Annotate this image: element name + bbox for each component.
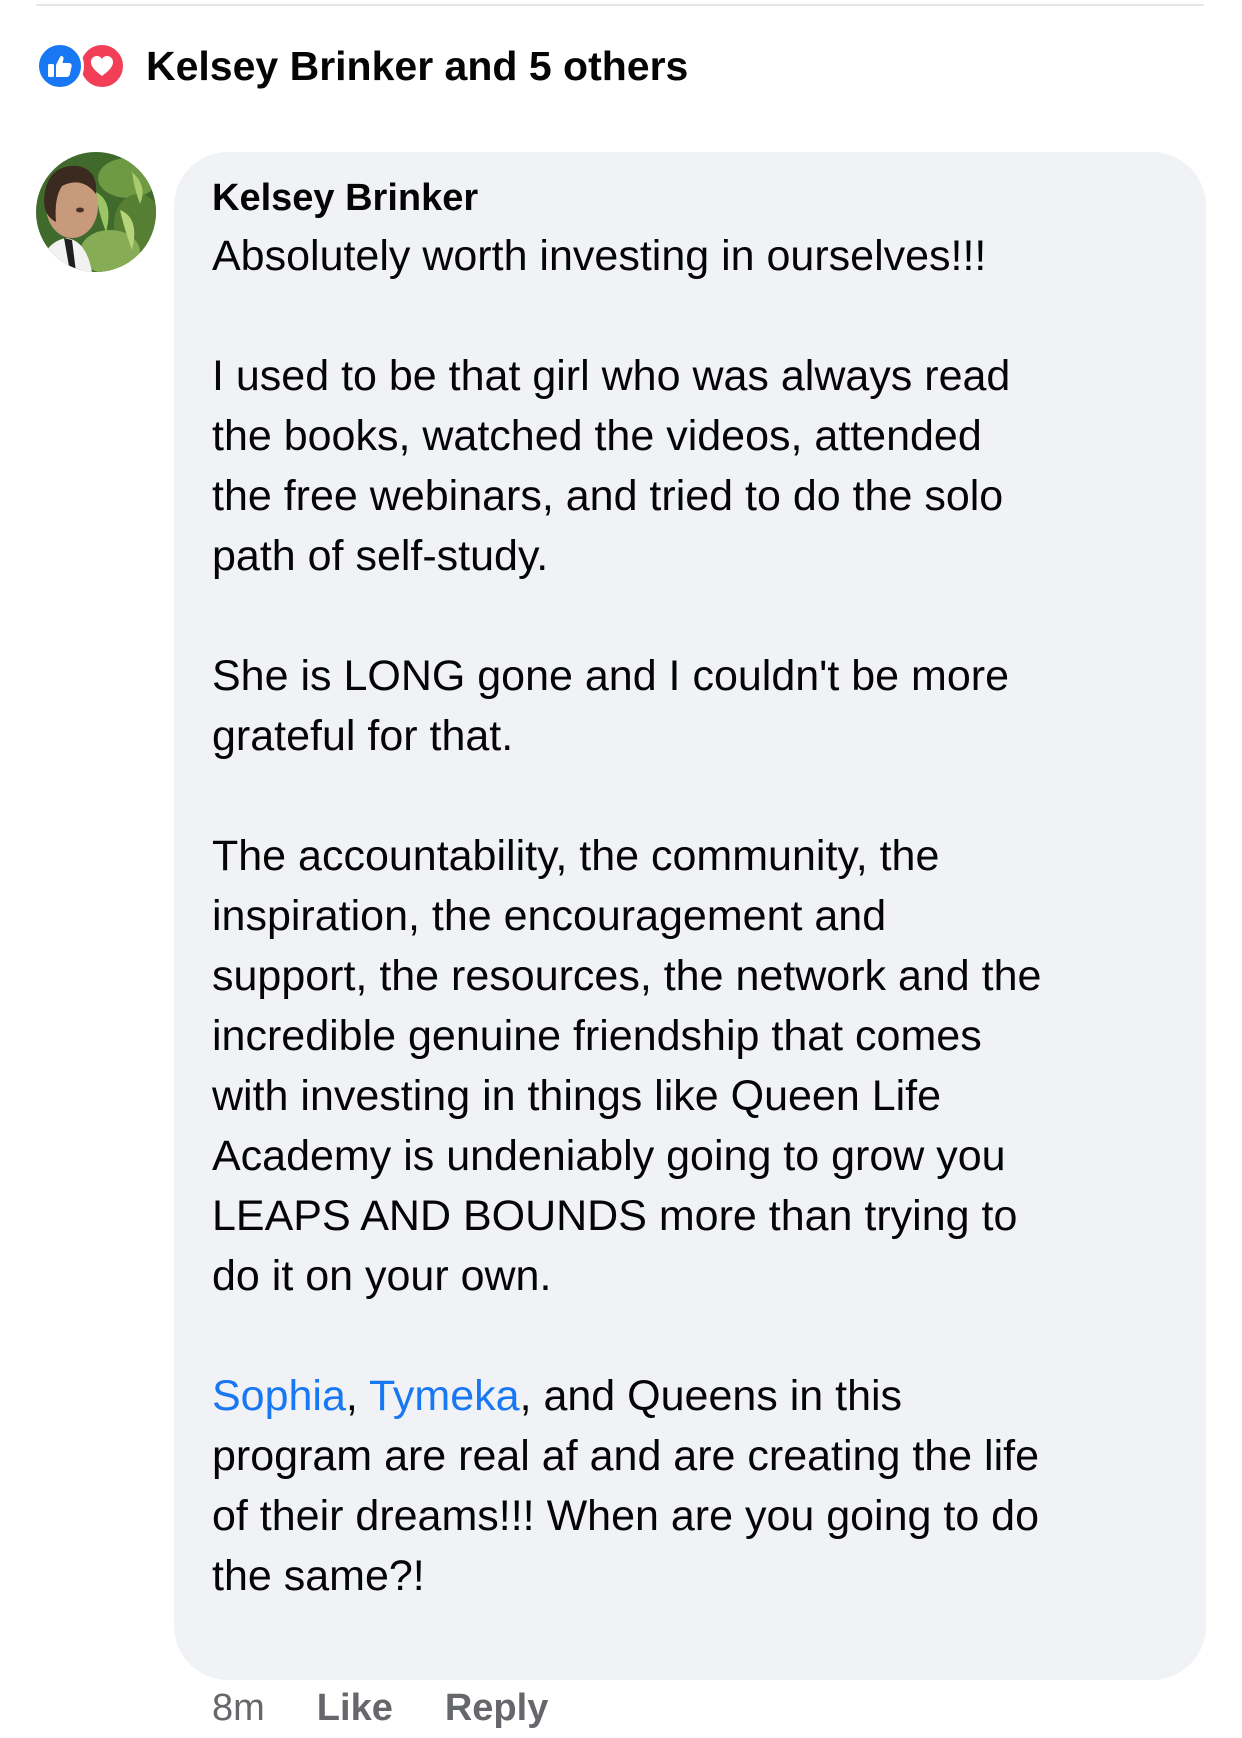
comment-line: LEAPS AND BOUNDS more than trying to <box>212 1192 1018 1240</box>
comment-line: grateful for that. <box>212 712 514 760</box>
comment-paragraph: Sophia, Tymeka, and Queens in this progra… <box>212 1366 1176 1606</box>
comment-separator: , <box>345 1372 370 1420</box>
like-button[interactable]: Like <box>317 1686 393 1730</box>
mention-link-tymeka[interactable]: Tymeka <box>369 1372 520 1420</box>
comment-timestamp[interactable]: 8m <box>212 1686 265 1730</box>
comment-paragraph: She is LONG gone and I couldn't be more … <box>212 646 1176 766</box>
comment-paragraph: The accountability, the community, the i… <box>212 826 1176 1306</box>
comment-line: Absolutely worth investing in ourselves!… <box>212 232 987 280</box>
reactions-summary-text[interactable]: Kelsey Brinker and 5 others <box>146 38 688 94</box>
comment-line: with investing in things like Queen Life <box>212 1072 942 1120</box>
comment-line: the free webinars, and tried to do the s… <box>212 472 1004 520</box>
reaction-icons[interactable] <box>36 38 134 94</box>
avatar[interactable] <box>36 152 156 272</box>
comment-actions: 8m Like Reply <box>212 1686 548 1730</box>
comment-paragraph: Absolutely worth investing in ourselves!… <box>212 226 1176 286</box>
comment-line: program are real af and are creating the… <box>212 1432 1040 1480</box>
comment-line: , and Queens in this <box>519 1372 903 1420</box>
comment-line: inspiration, the encouragement and <box>212 892 887 940</box>
comment-author[interactable]: Kelsey Brinker <box>212 172 1176 224</box>
comment-line: The accountability, the community, the <box>212 832 940 880</box>
comment-line: support, the resources, the network and … <box>212 952 1042 1000</box>
comment-line: do it on your own. <box>212 1252 552 1300</box>
comment-line: incredible genuine friendship that comes <box>212 1012 982 1060</box>
comment-line: I used to be that girl who was always re… <box>212 352 1011 400</box>
like-icon <box>36 42 84 90</box>
comment-paragraph: I used to be that girl who was always re… <box>212 346 1176 586</box>
comment-line: of their dreams!!! When are you going to… <box>212 1492 1040 1540</box>
comment-line: She is LONG gone and I couldn't be more <box>212 652 1010 700</box>
love-icon <box>78 42 126 90</box>
reply-button[interactable]: Reply <box>445 1686 548 1730</box>
comment-body: Absolutely worth investing in ourselves!… <box>212 226 1176 1606</box>
reactions-summary[interactable]: Kelsey Brinker and 5 others <box>36 38 688 94</box>
mention-link-sophia[interactable]: Sophia <box>212 1372 346 1420</box>
comment-line: the same?! <box>212 1552 425 1600</box>
top-divider <box>36 4 1204 6</box>
comment-line: the books, watched the videos, attended <box>212 412 982 460</box>
comment-bubble: Kelsey Brinker Absolutely worth investin… <box>174 152 1206 1680</box>
comment-line: path of self-study. <box>212 532 549 580</box>
comment-line: Academy is undeniably going to grow you <box>212 1132 1006 1180</box>
